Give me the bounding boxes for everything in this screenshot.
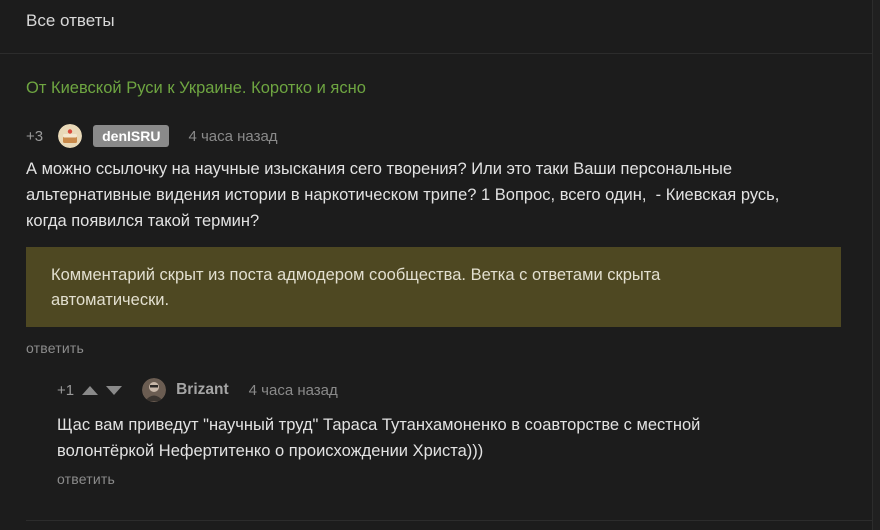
reply-author-name[interactable]: Brizant: [176, 381, 229, 399]
comment-text: А можно ссылочку на научные изыскания се…: [26, 160, 780, 230]
reply-avatar[interactable]: [142, 378, 167, 402]
post-title-link[interactable]: От Киевской Руси к Украине. Коротко и яс…: [26, 79, 366, 98]
comment-time: 4 часа назад: [188, 127, 278, 145]
vote-up-icon[interactable]: [82, 385, 99, 395]
scrollbar-track[interactable]: [872, 0, 880, 530]
page-title: Все ответы: [26, 11, 115, 30]
divider: [26, 520, 872, 521]
avatar-photo-icon: [142, 378, 167, 402]
reply-comment-time: 4 часа назад: [248, 381, 338, 399]
reply-comment-meta: +1 Brizant 4 часа назад: [57, 377, 338, 403]
reply-comment-rating: +1: [57, 381, 75, 399]
comment-meta: +3 denISRU 4 часа назад: [26, 123, 278, 149]
header: Все ответы: [0, 0, 872, 54]
reply-button-child[interactable]: ответить: [57, 471, 115, 487]
reply-button[interactable]: ответить: [26, 340, 84, 356]
author-badge[interactable]: denISRU: [93, 125, 170, 147]
hidden-notice-text: Комментарий скрыт из поста адмодером соо…: [51, 266, 661, 309]
hidden-comment-notice: Комментарий скрыт из поста адмодером соо…: [26, 247, 841, 327]
avatar-cake-icon: [58, 124, 83, 148]
comment-rating: +3: [26, 127, 44, 145]
avatar[interactable]: [58, 124, 83, 148]
reply-comment-text: Щас вам приведут "научный труд" Тараса Т…: [57, 416, 701, 460]
vote-down-icon[interactable]: [106, 385, 123, 395]
